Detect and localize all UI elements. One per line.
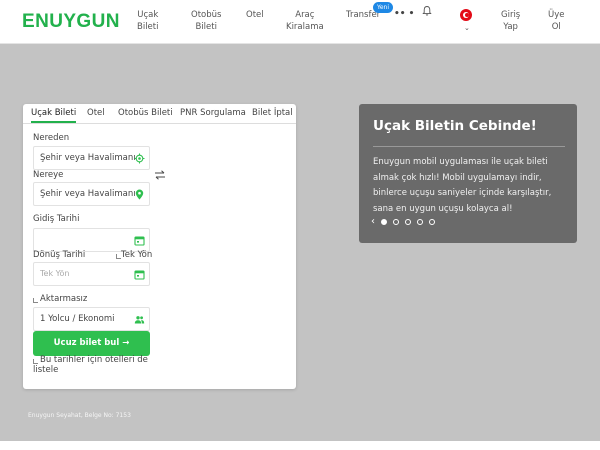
- departure-date-field[interactable]: [33, 228, 150, 252]
- turkey-flag-icon[interactable]: [460, 9, 472, 21]
- new-badge: Yeni: [373, 2, 394, 13]
- location-target-icon[interactable]: [134, 153, 145, 164]
- one-way-label: Tek Yön: [121, 250, 153, 260]
- list-hotels-checkbox[interactable]: [33, 359, 38, 364]
- passenger-value: 1 Yolcu / Ekonomi: [40, 314, 115, 324]
- nav-hotel[interactable]: Otel: [246, 9, 264, 21]
- footer-strip: [0, 441, 600, 450]
- carousel-dot[interactable]: [393, 219, 399, 225]
- list-hotels-label: Bu tarihler için otelleri de: [40, 356, 148, 365]
- signup-link[interactable]: Üye Ol: [548, 9, 564, 33]
- promo-title: Uçak Biletin Cebinde!: [373, 118, 537, 134]
- return-date-field[interactable]: Tek Yön: [33, 262, 150, 286]
- departure-label: Gidiş Tarihi: [33, 214, 80, 224]
- nav-label: Üye: [548, 10, 565, 20]
- calendar-icon: [134, 270, 145, 280]
- list-hotels-label-cont: listele: [33, 365, 59, 375]
- hero-section: Uçak Bileti Otel Otobüs Bileti PNR Sorgu…: [0, 44, 600, 441]
- nav-car-rental[interactable]: Araç Kiralama: [286, 9, 324, 33]
- carousel-dot[interactable]: [417, 219, 423, 225]
- from-field[interactable]: Şehir veya Havalimanı: [33, 146, 150, 170]
- app-promo-card: Uçak Biletin Cebinde! Enuygun mobil uygu…: [359, 104, 577, 243]
- passenger-class-field[interactable]: 1 Yolcu / Ekonomi: [33, 307, 150, 331]
- tab-pnr-lookup[interactable]: PNR Sorgulama: [180, 108, 246, 118]
- from-value: Şehir veya Havalimanı: [40, 153, 136, 163]
- site-header: ENUYGUN Uçak Bileti Otobüs Bileti Otel A…: [0, 0, 600, 44]
- carousel-dot[interactable]: [381, 219, 387, 225]
- nonstop-label: Aktarmasız: [40, 294, 88, 304]
- promo-text: Enuygun mobil uygulaması ile uçak bileti…: [373, 157, 552, 214]
- search-flights-button[interactable]: Ucuz bilet bul →: [33, 331, 150, 356]
- to-label: Nereye: [33, 170, 64, 180]
- login-link[interactable]: Giriş Yap: [501, 9, 520, 33]
- search-panel: Uçak Bileti Otel Otobüs Bileti PNR Sorgu…: [23, 104, 296, 389]
- tab-hotel[interactable]: Otel: [87, 108, 105, 118]
- location-pin-icon: [135, 189, 144, 200]
- to-value: Şehir veya Havalimanı: [40, 189, 136, 199]
- search-tabs: Uçak Bileti Otel Otobüs Bileti PNR Sorgu…: [23, 104, 296, 124]
- nav-label: Bileti: [137, 22, 159, 32]
- nav-label: Yap: [503, 22, 518, 32]
- people-icon: [134, 316, 145, 324]
- nav-label: Kiralama: [286, 22, 324, 32]
- nav-bus-tickets[interactable]: Otobüs Bileti: [191, 9, 221, 33]
- from-label: Nereden: [33, 133, 70, 143]
- nav-label: Otobüs: [191, 10, 222, 20]
- return-placeholder: Tek Yön: [40, 269, 70, 278]
- nav-label: Ol: [551, 22, 561, 32]
- carousel-dot[interactable]: [429, 219, 435, 225]
- list-hotels-line: Bu tarihler için otelleri de: [40, 355, 148, 365]
- to-field[interactable]: Şehir veya Havalimanı: [33, 182, 150, 206]
- nav-label: Otel: [246, 10, 264, 20]
- calendar-icon: [134, 236, 145, 246]
- tab-flight[interactable]: Uçak Bileti: [31, 108, 77, 123]
- more-menu-icon[interactable]: •• •: [394, 9, 414, 19]
- swap-icon[interactable]: [154, 170, 166, 180]
- chevron-down-icon[interactable]: ⌄: [464, 24, 470, 32]
- chevron-left-icon[interactable]: ‹: [371, 216, 375, 227]
- nav-label: Bileti: [195, 22, 217, 32]
- nav-label: Uçak: [137, 10, 159, 20]
- nav-label: Araç: [295, 10, 315, 20]
- nav-flight-tickets[interactable]: Uçak Bileti: [137, 9, 158, 33]
- legal-text: Enuygun Seyahat, Belge No: 7153: [28, 412, 131, 419]
- enuygun-logo[interactable]: ENUYGUN: [22, 11, 120, 33]
- nav-label: Giriş: [501, 10, 521, 20]
- nonstop-checkbox[interactable]: [33, 298, 38, 303]
- bell-icon[interactable]: [421, 5, 433, 17]
- promo-divider: [373, 146, 565, 147]
- return-label: Dönüş Tarihi: [33, 250, 86, 260]
- carousel-dot[interactable]: [405, 219, 411, 225]
- tab-bus[interactable]: Otobüs Bileti: [118, 108, 173, 118]
- tab-ticket-cancel[interactable]: Bilet İptal: [252, 108, 293, 118]
